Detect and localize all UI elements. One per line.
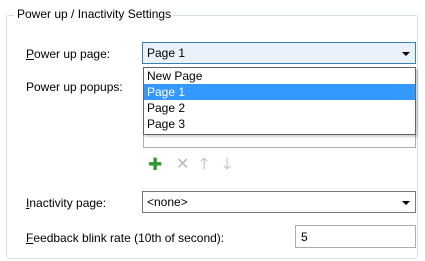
feedback-blink-rate-label: Feedback blink rate (10th of second): (26, 231, 224, 245)
inactivity-page-value: <none> (147, 195, 188, 209)
chevron-down-icon[interactable] (402, 52, 410, 56)
inactivity-page-combobox[interactable]: <none> (142, 191, 416, 213)
remove-icon[interactable]: ✕ (176, 157, 189, 173)
dropdown-option-new-page[interactable]: New Page (144, 68, 415, 84)
feedback-blink-rate-input[interactable]: 5 (295, 225, 416, 248)
feedback-label-text: eedback blink rate (10th of second): (33, 231, 225, 245)
dropdown-option-page-2[interactable]: Page 2 (144, 100, 415, 116)
power-up-page-label: Power up page: (26, 47, 110, 61)
power-up-page-value: Page 1 (147, 46, 186, 60)
power-up-page-dropdown[interactable]: New Page Page 1 Page 2 Page 3 (143, 67, 416, 135)
inactivity-page-label: Inactivity page: (26, 196, 106, 210)
chevron-down-icon[interactable] (402, 201, 410, 205)
move-down-icon[interactable]: 🡓 (223, 157, 231, 173)
add-icon[interactable]: ✚ (148, 156, 162, 173)
feedback-blink-rate-value: 5 (301, 230, 308, 244)
move-up-icon[interactable]: 🡑 (200, 157, 208, 173)
inactivity-page-label-text: nactivity page: (29, 196, 107, 210)
power-up-page-label-text: ower up page: (34, 47, 111, 61)
power-up-popups-label: Power up popups: (26, 80, 123, 94)
power-up-page-combobox[interactable]: Page 1 (142, 42, 416, 64)
dropdown-option-page-3[interactable]: Page 3 (144, 116, 415, 132)
group-title: Power up / Inactivity Settings (14, 7, 175, 21)
dropdown-option-page-1[interactable]: Page 1 (144, 84, 415, 100)
power-up-page-mnemonic: P (26, 47, 35, 61)
